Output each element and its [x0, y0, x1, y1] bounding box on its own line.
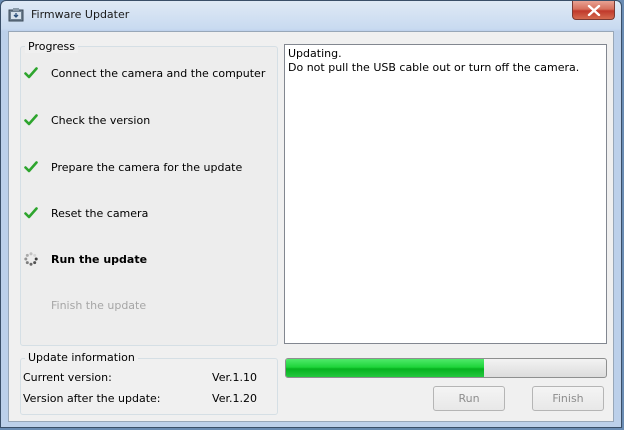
update-progress-bar	[285, 358, 607, 378]
progress-legend: Progress	[25, 40, 78, 53]
step-placeholder	[23, 297, 39, 313]
app-icon	[8, 7, 24, 23]
step-label: Check the version	[51, 113, 151, 127]
step-6: Finish the update	[23, 296, 146, 314]
step-label: Run the update	[51, 252, 148, 266]
log-line: Updating.	[288, 47, 342, 60]
update-info-legend: Update information	[25, 351, 138, 364]
finish-button[interactable]: Finish	[532, 386, 604, 411]
firmware-updater-window: Firmware Updater Progress Connect the ca…	[0, 0, 622, 428]
close-button[interactable]	[572, 1, 615, 20]
log-line: Do not pull the USB cable out or turn of…	[288, 61, 580, 74]
checkmark-icon	[23, 205, 39, 221]
after-version-value: Ver.1.20	[212, 392, 257, 405]
close-icon	[587, 5, 601, 16]
step-label: Prepare the camera for the update	[51, 160, 243, 174]
checkmark-icon	[23, 65, 39, 81]
step-4: Reset the camera	[23, 204, 148, 222]
window-title: Firmware Updater	[31, 8, 130, 21]
title-bar[interactable]: Firmware Updater	[1, 1, 621, 31]
current-version-value: Ver.1.10	[212, 371, 257, 384]
current-version-label: Current version:	[23, 371, 112, 384]
spinner-icon	[23, 251, 39, 267]
step-label: Reset the camera	[51, 206, 149, 220]
step-1: Connect the camera and the computer	[23, 64, 265, 82]
step-2: Check the version	[23, 111, 150, 129]
progress-fill	[286, 359, 485, 377]
after-version-label: Version after the update:	[23, 392, 161, 405]
client-area: Progress Connect the camera and the comp…	[8, 31, 614, 422]
status-log[interactable]: Updating. Do not pull the USB cable out …	[284, 44, 607, 344]
step-label: Finish the update	[51, 298, 147, 312]
step-3: Prepare the camera for the update	[23, 158, 242, 176]
update-info-group	[20, 358, 278, 415]
checkmark-icon	[23, 159, 39, 175]
run-button[interactable]: Run	[433, 386, 505, 411]
step-label: Connect the camera and the computer	[51, 66, 266, 80]
step-5: Run the update	[23, 250, 147, 268]
checkmark-icon	[23, 112, 39, 128]
